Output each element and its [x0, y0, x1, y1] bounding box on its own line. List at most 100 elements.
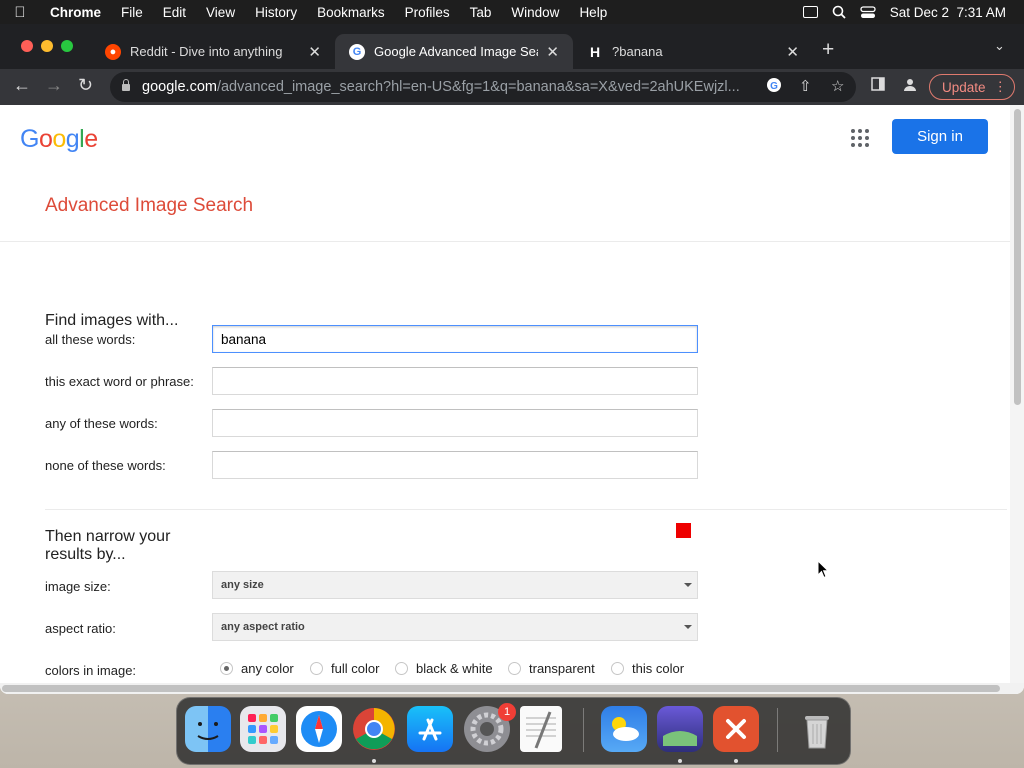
menu-file[interactable]: File [111, 5, 153, 20]
google-lens-icon[interactable]: G [766, 77, 782, 97]
apple-icon[interactable]:  [0, 4, 40, 21]
app-store-icon[interactable] [407, 706, 453, 752]
new-tab-icon[interactable]: + [822, 38, 834, 62]
menu-view[interactable]: View [196, 5, 245, 20]
radio-button[interactable] [310, 662, 323, 675]
dock-separator [777, 708, 778, 752]
google-logo[interactable]: Google [20, 125, 98, 154]
safari-icon[interactable] [296, 706, 342, 752]
dropdown-arrow-icon [684, 625, 692, 629]
tab-reddit[interactable]: ● Reddit - Dive into anything ✕ [91, 34, 335, 69]
reddit-favicon-icon: ● [105, 43, 121, 60]
tab-title: Reddit - Dive into anything [130, 44, 283, 59]
scrollbar-thumb[interactable] [2, 685, 1000, 692]
color-swatch[interactable] [676, 523, 691, 538]
tab-strip: ● Reddit - Dive into anything ✕ G Google… [0, 24, 1024, 69]
menu-window[interactable]: Window [501, 5, 569, 20]
finder-icon[interactable] [185, 706, 231, 752]
all-words-input[interactable] [212, 325, 698, 353]
address-bar[interactable]: google.com/advanced_image_search?hl=en-U… [110, 72, 856, 102]
logo-letter: o [38, 125, 53, 153]
aspect-ratio-label: aspect ratio: [45, 621, 116, 636]
minimize-window-button[interactable] [41, 40, 53, 52]
remote-desktop-icon[interactable] [713, 706, 759, 752]
sign-in-button[interactable]: Sign in [892, 119, 988, 154]
any-words-label: any of these words: [45, 416, 158, 431]
color-option-black-white[interactable]: black & white [395, 661, 493, 676]
tab-title: Google Advanced Image Search [374, 44, 538, 59]
radio-label: full color [331, 661, 380, 676]
color-option-any[interactable]: any color [220, 661, 294, 676]
weather-icon[interactable] [601, 706, 647, 752]
color-option-this-color[interactable]: this color [611, 661, 684, 676]
more-menu-icon[interactable]: ⋮ [994, 79, 1007, 95]
logo-letter: G [20, 125, 39, 153]
control-center-icon[interactable] [860, 5, 876, 19]
menubar-clock[interactable]: Sat Dec 2 7:31 AM [890, 5, 1006, 20]
textedit-icon[interactable] [520, 706, 562, 752]
spotlight-search-icon[interactable] [832, 5, 846, 19]
update-button[interactable]: Update ⋮ [929, 74, 1015, 100]
color-option-transparent[interactable]: transparent [508, 661, 595, 676]
side-panel-icon[interactable] [871, 77, 885, 95]
address-url[interactable]: google.com/advanced_image_search?hl=en-U… [142, 79, 752, 95]
svg-text:G: G [770, 81, 778, 92]
preview-icon[interactable] [657, 706, 703, 752]
close-tab-icon[interactable]: ✕ [786, 43, 799, 61]
forward-arrow-icon[interactable]: → [45, 75, 63, 96]
profile-icon[interactable] [902, 77, 918, 97]
dock-separator [583, 708, 584, 752]
horizontal-scrollbar[interactable] [0, 683, 1024, 694]
tab-search-chevron-icon[interactable]: ⌄ [994, 38, 1005, 54]
close-window-button[interactable] [21, 40, 33, 52]
menu-app-name[interactable]: Chrome [40, 5, 111, 20]
trash-icon[interactable] [794, 706, 840, 752]
menu-history[interactable]: History [245, 5, 307, 20]
chrome-icon[interactable] [351, 706, 397, 752]
close-tab-icon[interactable]: ✕ [546, 43, 559, 61]
narrow-results-heading: Then narrow your results by... [45, 528, 170, 564]
logo-letter: o [52, 125, 66, 153]
narrow-heading-line-2: results by... [45, 546, 126, 563]
any-words-input[interactable] [212, 409, 698, 437]
radio-button[interactable] [611, 662, 624, 675]
vertical-scrollbar[interactable] [1010, 105, 1024, 683]
radio-button[interactable] [508, 662, 521, 675]
url-path: /advanced_image_search?hl=en-US&fg=1&q=b… [216, 79, 740, 95]
tab-banana[interactable]: H ?banana ✕ [573, 34, 813, 69]
exact-phrase-input[interactable] [212, 367, 698, 395]
update-label: Update [942, 79, 986, 95]
section-divider [45, 509, 1007, 510]
share-icon[interactable]: ⇧ [799, 77, 812, 95]
none-words-input[interactable] [212, 451, 698, 479]
browser-toolbar: ← → ↻ google.com/advanced_image_search?h… [0, 69, 1024, 105]
image-size-select[interactable]: any size [212, 571, 698, 599]
menu-edit[interactable]: Edit [153, 5, 196, 20]
close-tab-icon[interactable]: ✕ [308, 43, 321, 61]
menu-bookmarks[interactable]: Bookmarks [307, 5, 395, 20]
dropdown-arrow-icon [684, 583, 692, 587]
bookmark-star-icon[interactable]: ☆ [831, 77, 844, 95]
zoom-window-button[interactable] [61, 40, 73, 52]
menu-help[interactable]: Help [569, 5, 617, 20]
back-arrow-icon[interactable]: ← [13, 75, 31, 96]
google-favicon-icon: G [349, 43, 365, 60]
tab-google-advanced-image-search[interactable]: G Google Advanced Image Search ✕ [335, 34, 573, 69]
radio-button[interactable] [220, 662, 233, 675]
menu-tab[interactable]: Tab [460, 5, 502, 20]
screen-mirroring-icon[interactable] [802, 6, 818, 18]
page-content: Google Sign in Advanced Image Search Fin… [0, 105, 1010, 683]
scrollbar-thumb[interactable] [1014, 109, 1021, 405]
color-option-full[interactable]: full color [310, 661, 379, 676]
page-title: Advanced Image Search [45, 195, 254, 216]
google-apps-grid-icon[interactable] [851, 129, 869, 147]
image-size-label: image size: [45, 579, 111, 594]
launchpad-icon[interactable] [240, 706, 286, 752]
menu-profiles[interactable]: Profiles [395, 5, 460, 20]
image-size-value: any size [221, 579, 264, 591]
lock-icon[interactable] [122, 78, 130, 91]
aspect-ratio-select[interactable]: any aspect ratio [212, 613, 698, 641]
reload-icon[interactable]: ↻ [78, 75, 93, 96]
radio-button[interactable] [395, 662, 408, 675]
header-divider [0, 241, 1010, 242]
